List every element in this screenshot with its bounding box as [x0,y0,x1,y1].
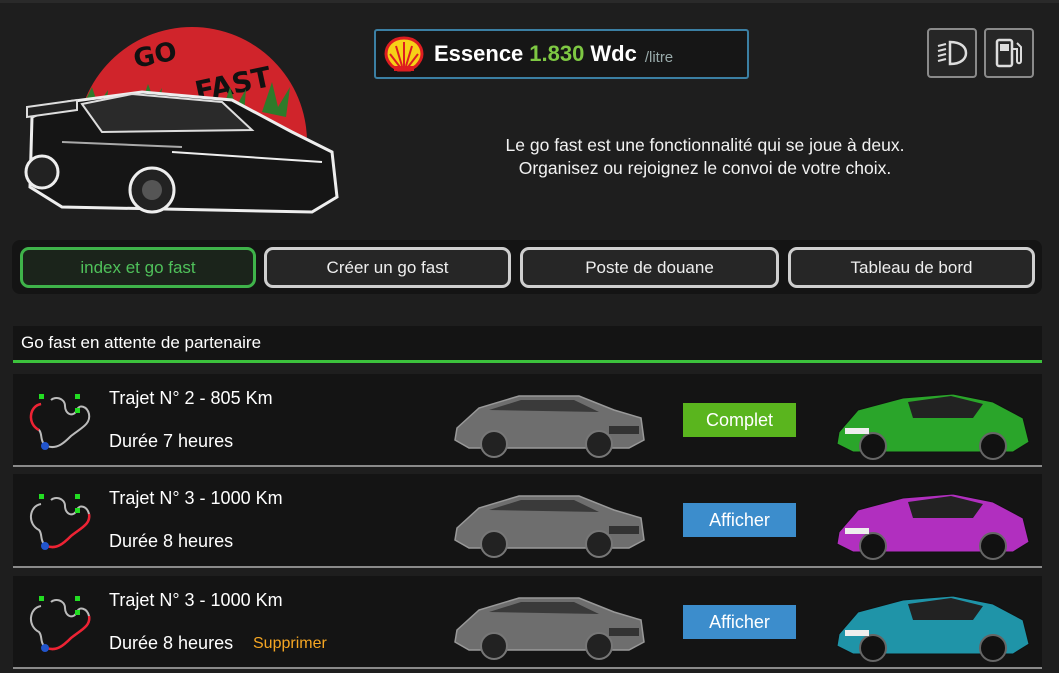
route-title: Trajet N° 3 - 1000 Km [109,488,283,508]
fuel-label: Essence [434,41,524,66]
convoy-car-image [454,597,645,660]
fuel-price-box: Essence 1.830 Wdc /litre [374,29,749,79]
intro-text: Le go fast est une fonctionnalité qui se… [380,134,1030,180]
convoy-car-image [454,495,645,558]
view-button[interactable]: Afficher [683,605,796,639]
vehicle-image [836,493,1030,560]
list-item: Trajet N° 3 - 1000 Km Durée 8 heures Sup… [13,576,1042,669]
intro-line-1: Le go fast est une fonctionnalité qui se… [505,135,905,155]
route-map-icon [30,596,91,652]
main-nav: index et go fast Créer un go fast Poste … [12,240,1042,294]
route-title: Trajet N° 2 - 805 Km [109,388,273,408]
route-map-icon [30,494,91,550]
top-border [0,0,1059,3]
headlight-icon [937,40,968,66]
go-fast-logo: GO FAST [24,27,339,214]
nav-create[interactable]: Créer un go fast [264,247,511,288]
fuel-price: 1.830 [529,41,585,66]
route-duration: Durée 7 heures [109,431,234,451]
fuel-pump-button[interactable] [984,28,1034,78]
view-button[interactable]: Afficher [683,503,796,537]
nav-dashboard[interactable]: Tableau de bord [788,247,1035,288]
convoy-car-image [454,395,645,458]
headlight-button[interactable] [927,28,977,78]
shell-icon [384,36,424,72]
route-duration: Durée 8 heures [109,633,234,653]
fuel-pump-icon [995,38,1022,68]
vehicle-image [836,393,1030,460]
fuel-currency: Wdc [590,41,637,66]
route-duration: Durée 8 heures [109,531,234,551]
delete-link[interactable]: Supprimer [253,635,327,653]
nav-index[interactable]: index et go fast [20,247,256,288]
nav-customs[interactable]: Poste de douane [520,247,779,288]
list-item: Trajet N° 3 - 1000 Km Durée 8 heures Aff… [13,474,1042,568]
route-map-icon [29,394,91,450]
list-item: Trajet N° 2 - 805 Km Durée 7 heures Comp… [13,374,1042,467]
route-title: Trajet N° 3 - 1000 Km [109,590,283,610]
complete-button[interactable]: Complet [683,403,796,437]
vehicle-image [836,595,1030,662]
intro-line-2: Organisez ou rejoignez le convoi de votr… [518,158,892,178]
fuel-unit: /litre [644,48,674,66]
list-header: Go fast en attente de partenaire [13,326,1042,363]
